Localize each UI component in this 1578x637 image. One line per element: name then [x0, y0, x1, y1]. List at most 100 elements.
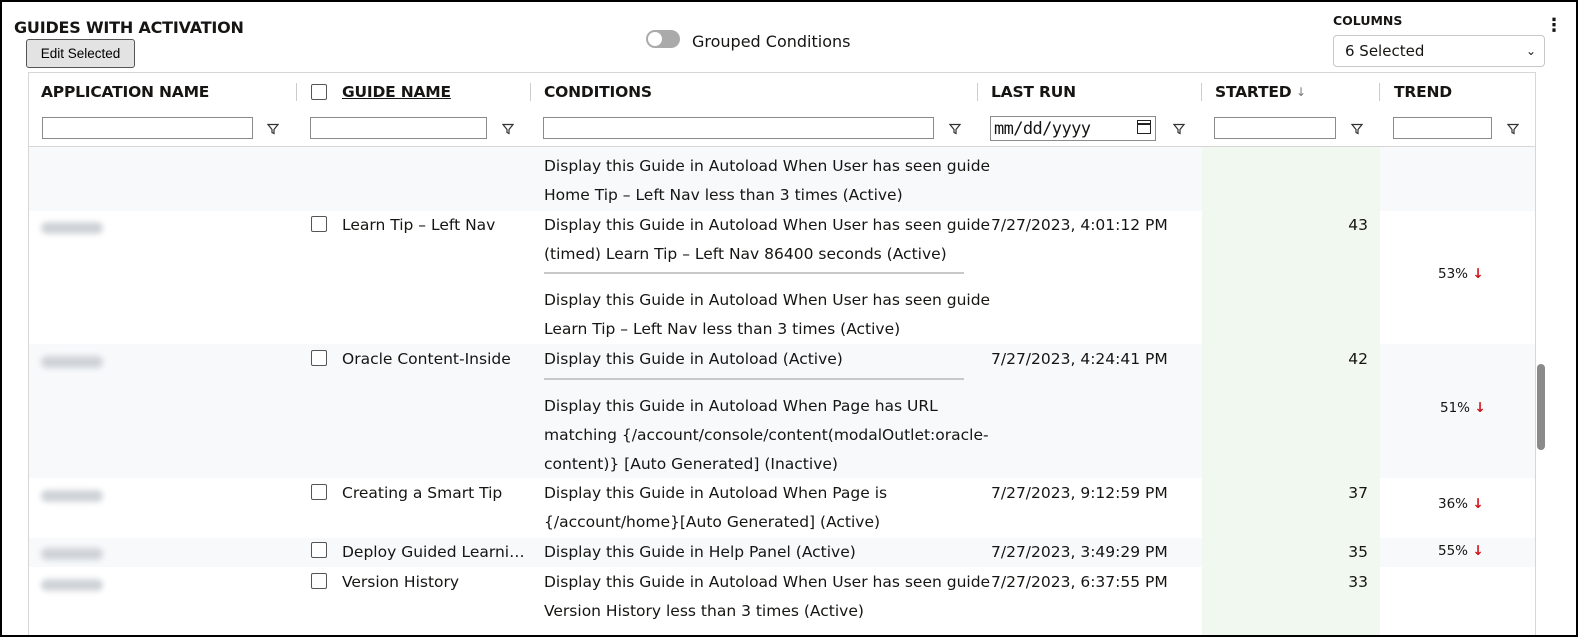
- table-header: APPLICATION NAME GUIDE NAME CONDITIONS L…: [29, 73, 1535, 111]
- row-checkbox[interactable]: [311, 542, 327, 558]
- calendar-icon[interactable]: [1137, 120, 1151, 134]
- condition-text: Display this Guide in Autoload When User…: [544, 573, 991, 591]
- column-separator: [296, 83, 297, 101]
- header-last-run[interactable]: LAST RUN: [991, 83, 1076, 101]
- started-cell: 42: [1348, 350, 1368, 368]
- arrow-down-icon: ↓: [1472, 496, 1484, 512]
- row-checkbox[interactable]: [311, 350, 327, 366]
- grouped-conditions-label: Grouped Conditions: [692, 32, 851, 51]
- condition-text: Display this Guide in Autoload When Page…: [544, 397, 938, 415]
- last-run-cell: 7/27/2023, 6:37:55 PM: [991, 573, 1168, 591]
- conditions-cell: Display this Guide in Autoload When Page…: [544, 392, 989, 479]
- started-cell: 33: [1348, 573, 1368, 591]
- edit-selected-button[interactable]: Edit Selected: [26, 39, 135, 68]
- filter-icon[interactable]: [266, 120, 280, 139]
- trend-cell: 36% ↓: [1438, 496, 1484, 512]
- column-separator: [530, 83, 531, 101]
- condition-divider: [544, 272, 964, 274]
- trend-cell: 55% ↓: [1438, 543, 1484, 559]
- condition-text: Display this Guide in Autoload When User…: [544, 291, 991, 309]
- condition-text: Home Tip – Left Nav less than 3 times (A…: [544, 186, 903, 204]
- application-name-redacted: [41, 490, 103, 502]
- condition-text: Display this Guide in Autoload When User…: [544, 157, 991, 175]
- panel-title: GUIDES WITH ACTIVATION: [14, 18, 244, 37]
- application-name-redacted: [41, 356, 103, 368]
- header-guide-name[interactable]: GUIDE NAME: [342, 83, 451, 101]
- column-separator: [977, 83, 978, 101]
- filter-icon[interactable]: [501, 120, 515, 139]
- sort-down-icon[interactable]: ↓: [1296, 85, 1306, 99]
- chevron-down-icon: ⌄: [1525, 44, 1536, 58]
- grouped-conditions-toggle[interactable]: [646, 30, 680, 48]
- condition-text: content)} [Auto Generated] (Inactive): [544, 455, 838, 473]
- columns-select[interactable]: 6 Selected ⌄: [1333, 35, 1545, 67]
- conditions-cell: Display this Guide in Autoload When User…: [544, 568, 990, 626]
- guide-name-cell[interactable]: Creating a Smart Tip: [342, 479, 502, 508]
- table-body: Display this Guide in Autoload When User…: [29, 147, 1535, 635]
- last-run-cell: 7/27/2023, 4:24:41 PM: [991, 350, 1168, 368]
- conditions-cell: Display this Guide in Autoload When Page…: [544, 479, 887, 537]
- conditions-filter-input[interactable]: [543, 117, 934, 139]
- guide-name-cell[interactable]: Version History: [342, 568, 459, 597]
- started-filter-input[interactable]: [1214, 117, 1336, 139]
- trend-value: 53%: [1438, 266, 1469, 282]
- guide-name-cell[interactable]: Deploy Guided Learni…: [342, 538, 525, 567]
- trend-cell: 53% ↓: [1438, 266, 1484, 282]
- last-run-cell: 7/27/2023, 9:12:59 PM: [991, 484, 1168, 502]
- condition-divider: [544, 378, 964, 380]
- started-cell: 43: [1348, 216, 1368, 234]
- conditions-cell: Display this Guide in Autoload When User…: [544, 211, 990, 269]
- application-name-redacted: [41, 548, 103, 560]
- filter-icon[interactable]: [1506, 120, 1520, 139]
- header-started[interactable]: STARTED: [1215, 83, 1292, 101]
- conditions-cell: Display this Guide in Help Panel (Active…: [544, 538, 856, 567]
- header-conditions[interactable]: CONDITIONS: [544, 83, 652, 101]
- condition-text: Display this Guide in Autoload When User…: [544, 216, 991, 234]
- condition-text: Display this Guide in Help Panel (Active…: [544, 543, 856, 561]
- trend-value: 36%: [1438, 496, 1469, 512]
- arrow-down-icon: ↓: [1472, 266, 1484, 282]
- arrow-down-icon: ↓: [1474, 400, 1486, 416]
- application-name-filter-input[interactable]: [42, 117, 253, 139]
- last-run-date-input[interactable]: mm/dd/yyyy: [990, 116, 1156, 141]
- conditions-cell: Display this Guide in Autoload (Active): [544, 345, 843, 374]
- more-vertical-icon[interactable]: ⋮: [1545, 17, 1563, 35]
- conditions-cell: Display this Guide in Autoload When User…: [544, 286, 990, 344]
- report-panel: GUIDES WITH ACTIVATION Edit Selected Gro…: [0, 0, 1578, 637]
- started-cell: 37: [1348, 484, 1368, 502]
- row-checkbox[interactable]: [311, 216, 327, 232]
- guides-table: APPLICATION NAME GUIDE NAME CONDITIONS L…: [28, 72, 1536, 635]
- date-placeholder: mm/dd/yyyy: [994, 118, 1091, 139]
- condition-text: {/account/home}[Auto Generated] (Active): [544, 513, 881, 531]
- toggle-knob: [648, 32, 662, 46]
- row-checkbox[interactable]: [311, 484, 327, 500]
- arrow-down-icon: ↓: [1472, 543, 1484, 559]
- application-name-redacted: [41, 579, 103, 591]
- trend-cell: 51% ↓: [1440, 400, 1486, 416]
- conditions-cell: Display this Guide in Autoload When User…: [544, 152, 990, 210]
- column-separator: [1201, 83, 1202, 101]
- select-all-checkbox[interactable]: [311, 84, 327, 100]
- row-checkbox[interactable]: [311, 573, 327, 589]
- filter-row: mm/dd/yyyy: [29, 110, 1535, 147]
- condition-text: Learn Tip – Left Nav less than 3 times (…: [544, 320, 901, 338]
- trend-value: 51%: [1440, 400, 1471, 416]
- last-run-cell: 7/27/2023, 3:49:29 PM: [991, 543, 1168, 561]
- trend-filter-input[interactable]: [1393, 117, 1492, 139]
- filter-icon[interactable]: [1172, 120, 1186, 139]
- started-cell: 35: [1348, 543, 1368, 561]
- condition-text: Display this Guide in Autoload When Page…: [544, 484, 888, 502]
- trend-value: 55%: [1438, 543, 1469, 559]
- header-application-name[interactable]: APPLICATION NAME: [41, 83, 209, 101]
- columns-selected-value: 6 Selected: [1345, 42, 1425, 60]
- filter-icon[interactable]: [1350, 120, 1364, 139]
- guide-name-filter-input[interactable]: [310, 117, 487, 139]
- guide-name-cell[interactable]: Learn Tip – Left Nav: [342, 211, 495, 240]
- last-run-cell: 7/27/2023, 4:01:12 PM: [991, 216, 1168, 234]
- header-trend[interactable]: TREND: [1394, 83, 1452, 101]
- guide-name-cell[interactable]: Oracle Content-Inside: [342, 345, 511, 374]
- filter-icon[interactable]: [948, 120, 962, 139]
- condition-text: Version History less than 3 times (Activ…: [544, 602, 864, 620]
- condition-text: matching {/account/console/content(modal…: [544, 426, 989, 444]
- vertical-scrollbar-thumb[interactable]: [1537, 364, 1545, 450]
